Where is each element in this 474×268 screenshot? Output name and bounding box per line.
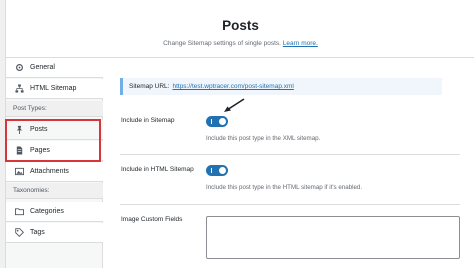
- folder-icon: [15, 207, 24, 216]
- include-html-desc: Include this post type in the HTML sitem…: [206, 184, 363, 191]
- sidebar: General HTML Sitemap Post Types: Posts P…: [6, 58, 103, 268]
- toggle-on-icon: [211, 119, 212, 124]
- post-types-heading: Post Types:: [6, 101, 103, 117]
- sitemap-url-link[interactable]: https://test.wptracer.com/post-sitemap.x…: [172, 83, 293, 90]
- toggle-on-icon: [211, 168, 212, 173]
- sidebar-item-label: Tags: [30, 229, 45, 236]
- sidebar-item-general[interactable]: General: [6, 58, 103, 78]
- taxonomies-heading: Taxonomies:: [6, 183, 103, 199]
- sitemap-url-label: Sitemap URL:: [129, 83, 170, 90]
- sidebar-item-label: Attachments: [30, 168, 69, 175]
- settings-frame: Posts Change Sitemap settings of single …: [5, 0, 474, 268]
- page-title: Posts: [222, 18, 259, 33]
- page-subtitle: Change Sitemap settings of single posts.…: [6, 40, 474, 47]
- sitemap-url-notice: Sitemap URL: https://test.wptracer.com/p…: [120, 78, 442, 95]
- include-sitemap-label: Include in Sitemap: [121, 117, 175, 124]
- include-html-label: Include in HTML Sitemap: [121, 166, 194, 173]
- toggle-knob: [219, 118, 226, 125]
- custom-fields-label: Image Custom Fields: [121, 216, 183, 223]
- toggle-knob: [219, 167, 226, 174]
- section-divider: [120, 204, 460, 205]
- custom-fields-textarea[interactable]: [206, 216, 460, 259]
- tag-icon: [15, 228, 24, 237]
- arrow-pointer-icon: [224, 98, 245, 112]
- sidebar-item-attachments[interactable]: Attachments: [6, 162, 103, 182]
- sidebar-item-label: Categories: [30, 208, 64, 215]
- include-sitemap-toggle[interactable]: [206, 116, 228, 127]
- post-types-highlight: [5, 119, 101, 162]
- page-header: Posts Change Sitemap settings of single …: [6, 0, 474, 58]
- gear-icon: [15, 63, 24, 72]
- sidebar-item-html-sitemap[interactable]: HTML Sitemap: [6, 79, 103, 99]
- subtitle-text: Change Sitemap settings of single posts.: [163, 40, 281, 47]
- sitemap-icon: [15, 84, 24, 93]
- sidebar-item-label: General: [30, 64, 55, 71]
- learn-more-link[interactable]: Learn more.: [283, 40, 318, 47]
- include-html-toggle[interactable]: [206, 165, 228, 176]
- sidebar-item-label: HTML Sitemap: [30, 85, 77, 92]
- sidebar-item-categories[interactable]: Categories: [6, 202, 103, 222]
- include-sitemap-desc: Include this post type in the XML sitema…: [206, 135, 321, 142]
- settings-main: Sitemap URL: https://test.wptracer.com/p…: [104, 58, 474, 268]
- sidebar-item-tags[interactable]: Tags: [6, 223, 103, 243]
- section-divider: [120, 154, 460, 155]
- media-icon: [15, 167, 24, 176]
